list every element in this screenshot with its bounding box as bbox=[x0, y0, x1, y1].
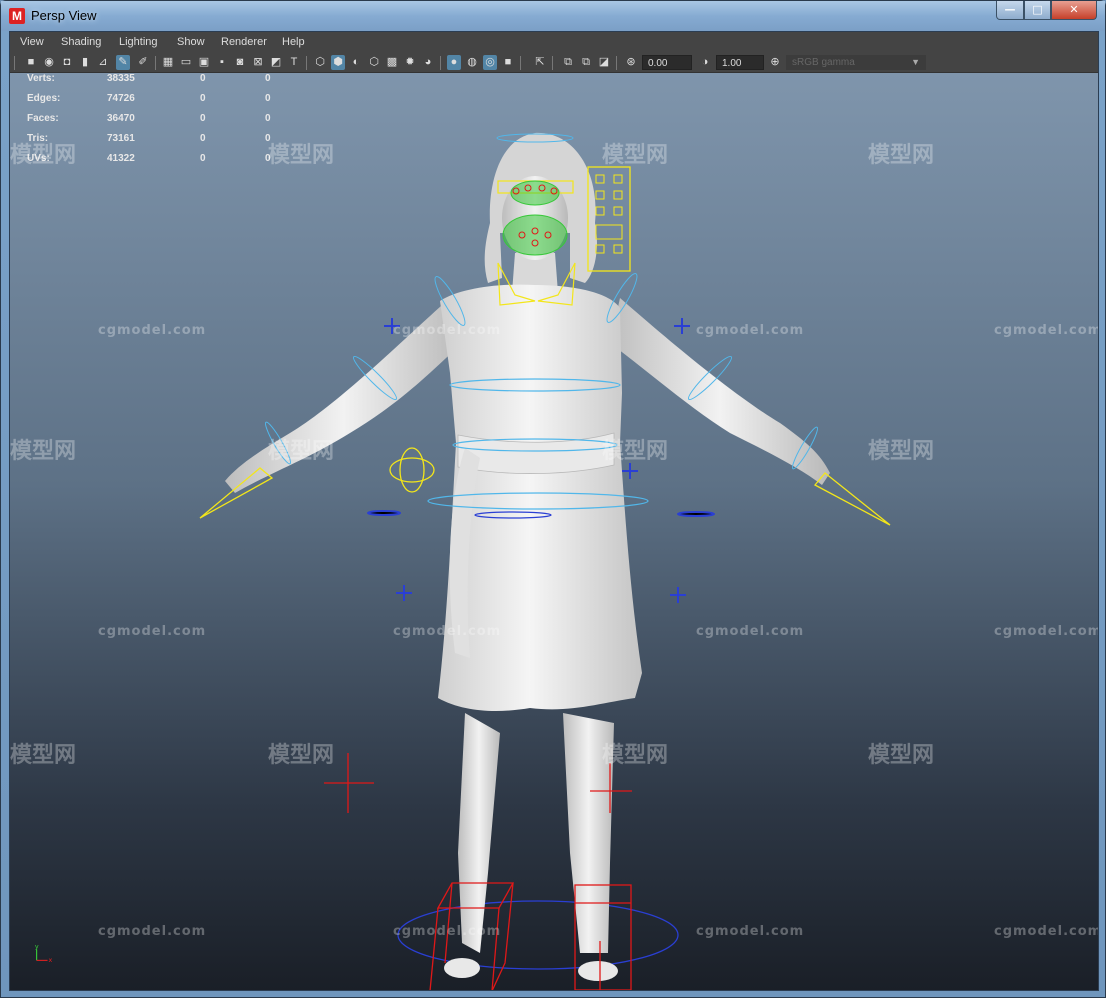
resolution-gate-icon[interactable]: ▣ bbox=[197, 55, 211, 70]
hip-pivot-control[interactable] bbox=[389, 447, 435, 493]
wireframe-icon[interactable]: ⬡ bbox=[313, 55, 327, 70]
view-axis-icon: y x bbox=[35, 944, 53, 964]
exposure-icon[interactable]: ⊛ bbox=[624, 55, 638, 70]
image-plane-icon[interactable]: ◘ bbox=[60, 55, 74, 70]
exposure-field[interactable]: 0.00 bbox=[642, 55, 692, 70]
watermark-url: cgmodel.com bbox=[393, 624, 502, 639]
gate-mask-icon[interactable]: ▪ bbox=[215, 55, 229, 70]
motion-blur-icon[interactable]: ■ bbox=[501, 55, 515, 70]
watermark-brand: 模型网 bbox=[10, 143, 77, 168]
smooth-shade-icon[interactable]: ⬢ bbox=[331, 55, 345, 70]
watermark-brand: 模型网 bbox=[602, 143, 669, 168]
toolbar-separator bbox=[552, 56, 553, 70]
watermark-brand: 模型网 bbox=[868, 439, 935, 464]
view-transform-value: sRGB gamma bbox=[792, 57, 855, 68]
watermark-url: cgmodel.com bbox=[393, 323, 502, 338]
bookmark-icon[interactable]: ▮ bbox=[78, 55, 92, 70]
grid-icon[interactable]: ▦ bbox=[161, 55, 175, 70]
watermark-brand: 模型网 bbox=[602, 439, 669, 464]
xray-joints-icon[interactable]: ◍ bbox=[465, 55, 479, 70]
toolbar-separator bbox=[155, 56, 156, 70]
paint-icon[interactable]: ✐ bbox=[136, 55, 150, 70]
isolate-select-icon[interactable]: ⇱ bbox=[533, 55, 547, 70]
watermark-brand: 模型网 bbox=[10, 439, 77, 464]
menu-view[interactable]: View bbox=[20, 36, 44, 48]
window-title: Persp View bbox=[31, 8, 97, 23]
menu-show[interactable]: Show bbox=[177, 36, 205, 48]
watermark-url: cgmodel.com bbox=[98, 924, 207, 939]
watermark-url: cgmodel.com bbox=[994, 624, 1098, 639]
chevron-down-icon: ▼ bbox=[911, 57, 920, 67]
left-foot bbox=[444, 958, 480, 978]
perspective-viewport[interactable]: Verts: 38335 0 0 Edges: 74726 0 0 Faces:… bbox=[10, 73, 1098, 990]
2d-pan-zoom-icon[interactable]: ⊿ bbox=[96, 55, 110, 70]
use-all-lights-icon[interactable]: ✹ bbox=[403, 55, 417, 70]
watermark-url: cgmodel.com bbox=[696, 323, 805, 338]
wireframe-on-shaded-icon[interactable]: ⬡ bbox=[367, 55, 381, 70]
panel-toolbar: ■ ◉ ◘ ▮ ⊿ ✎ ✐ ▦ ▭ ▣ ▪ ◙ ⊠ ◩ T ⬡ ⬢ ◐ ⬡ ▩ … bbox=[10, 53, 1098, 73]
menu-shading[interactable]: Shading bbox=[61, 36, 101, 48]
watermark-url: cgmodel.com bbox=[994, 924, 1098, 939]
rigged-character[interactable] bbox=[10, 73, 1098, 990]
watermark-brand: 模型网 bbox=[10, 743, 77, 768]
panel-menu-bar: View Shading Lighting Show Renderer Help bbox=[10, 32, 1098, 53]
hud-icon[interactable]: ⧉ bbox=[561, 55, 575, 70]
maya-logo-icon: M bbox=[9, 8, 25, 24]
watermark-url: cgmodel.com bbox=[98, 323, 207, 338]
toolbar-separator bbox=[14, 56, 15, 70]
safe-action-icon[interactable]: ⊠ bbox=[251, 55, 265, 70]
color-management-icon[interactable]: ⊕ bbox=[768, 55, 782, 70]
watermark-brand: 模型网 bbox=[268, 143, 335, 168]
watermark-brand: 模型网 bbox=[868, 143, 935, 168]
field-chart-icon[interactable]: ◙ bbox=[233, 55, 247, 70]
ambient-occlusion-icon[interactable]: ◎ bbox=[483, 55, 497, 70]
antialias-icon[interactable]: ⧉ bbox=[579, 55, 593, 70]
watermark-brand: 模型网 bbox=[868, 743, 935, 768]
axis-x-label: x bbox=[48, 957, 52, 964]
safe-text-icon[interactable]: T bbox=[287, 55, 301, 70]
watermark-url: cgmodel.com bbox=[696, 624, 805, 639]
xray-icon[interactable]: ● bbox=[447, 55, 461, 70]
toolbar-separator bbox=[306, 56, 307, 70]
watermark-brand: 模型网 bbox=[602, 743, 669, 768]
camera-attributes-icon[interactable]: ◉ bbox=[42, 55, 56, 70]
maya-window: M Persp View — □ ✕ View Shading Lighting… bbox=[0, 0, 1106, 998]
title-bar[interactable]: M Persp View — □ ✕ bbox=[1, 1, 1105, 31]
menu-renderer[interactable]: Renderer bbox=[221, 36, 267, 48]
textured-icon[interactable]: ▩ bbox=[385, 55, 399, 70]
safe-title-icon[interactable]: ◩ bbox=[269, 55, 283, 70]
watermark-url: cgmodel.com bbox=[696, 924, 805, 939]
axis-y-label: y bbox=[35, 944, 39, 951]
maximize-button[interactable]: □ bbox=[1024, 1, 1051, 20]
select-camera-icon[interactable]: ■ bbox=[24, 55, 38, 70]
depth-of-field-icon[interactable]: ◪ bbox=[597, 55, 611, 70]
shadows-icon[interactable]: ◕ bbox=[421, 55, 435, 70]
toolbar-separator bbox=[616, 56, 617, 70]
watermark-brand: 模型网 bbox=[268, 743, 335, 768]
default-material-icon[interactable]: ◐ bbox=[349, 55, 363, 70]
panel-client: View Shading Lighting Show Renderer Help… bbox=[9, 31, 1099, 991]
toolbar-separator bbox=[440, 56, 441, 70]
hand-r-control[interactable] bbox=[813, 472, 891, 526]
right-foot bbox=[578, 961, 618, 981]
close-button[interactable]: ✕ bbox=[1051, 1, 1097, 20]
watermark-brand: 模型网 bbox=[268, 439, 335, 464]
watermark-url: cgmodel.com bbox=[393, 924, 502, 939]
left-leg bbox=[458, 713, 500, 953]
minimize-button[interactable]: — bbox=[996, 1, 1024, 20]
toolbar-separator bbox=[520, 56, 521, 70]
watermark-url: cgmodel.com bbox=[98, 624, 207, 639]
grease-pencil-icon[interactable]: ✎ bbox=[116, 55, 130, 70]
film-gate-icon[interactable]: ▭ bbox=[179, 55, 193, 70]
menu-help[interactable]: Help bbox=[282, 36, 305, 48]
gamma-field[interactable]: 1.00 bbox=[716, 55, 764, 70]
menu-lighting[interactable]: Lighting bbox=[119, 36, 158, 48]
watermark-url: cgmodel.com bbox=[994, 323, 1098, 338]
view-transform-select[interactable]: sRGB gamma ▼ bbox=[786, 55, 926, 70]
gamma-icon[interactable]: ◑ bbox=[698, 55, 712, 70]
